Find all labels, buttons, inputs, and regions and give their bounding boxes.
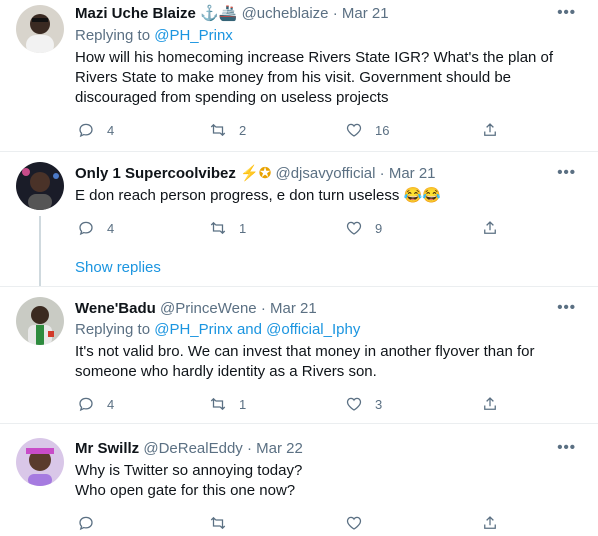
name-emoji: ⚡✪ xyxy=(240,165,272,182)
avatar[interactable] xyxy=(16,5,64,53)
reply-count: 4 xyxy=(107,220,115,236)
tweet-text: Why is Twitter so annoying today? Who op… xyxy=(75,461,575,501)
timestamp[interactable]: Mar 22 xyxy=(256,440,303,457)
share-button[interactable] xyxy=(481,394,511,414)
retweet-icon xyxy=(210,123,226,137)
retweet-button[interactable]: 1 xyxy=(209,218,246,238)
retweet-icon xyxy=(210,221,226,235)
thread-line xyxy=(39,216,41,286)
heart-icon xyxy=(346,397,362,411)
heart-icon xyxy=(346,221,362,235)
tweet[interactable]: Mazi Uche Blaize ⚓🚢 @ucheblaize · Mar 21… xyxy=(0,0,598,151)
tweet[interactable]: Mr Swillz @DeRealEddy · Mar 22 ••• Why i… xyxy=(0,424,598,536)
handle[interactable]: @DeRealEddy xyxy=(143,440,242,457)
like-button[interactable]: 16 xyxy=(345,120,389,140)
replying-label: Replying to xyxy=(75,321,151,338)
mention-link[interactable]: @PH_Prinx xyxy=(154,27,233,44)
display-name[interactable]: Mazi Uche Blaize xyxy=(75,5,196,22)
handle[interactable]: @ucheblaize xyxy=(242,5,329,22)
like-count: 9 xyxy=(375,220,383,236)
retweet-button[interactable]: 1 xyxy=(209,394,246,414)
more-options-icon[interactable]: ••• xyxy=(557,4,576,21)
tweet-text-line: Who open gate for this one now? xyxy=(75,482,296,499)
reply-button[interactable]: 4 xyxy=(77,120,114,140)
like-button[interactable]: 3 xyxy=(345,394,382,414)
tweet-text: E don reach person progress, e don turn … xyxy=(75,187,441,204)
display-name[interactable]: Mr Swillz xyxy=(75,440,139,457)
reply-icon xyxy=(79,123,93,138)
retweet-button[interactable] xyxy=(209,513,239,533)
tweet-header: Mazi Uche Blaize ⚓🚢 @ucheblaize · Mar 21 xyxy=(75,4,389,24)
share-icon xyxy=(484,516,496,529)
reply-button[interactable] xyxy=(77,513,107,533)
tweet-actions: 4 1 9 xyxy=(75,218,505,238)
display-name[interactable]: Wene'Badu xyxy=(75,300,156,317)
display-name[interactable]: Only 1 Supercoolvibez xyxy=(75,165,236,182)
like-count: 16 xyxy=(375,122,390,138)
replying-to: Replying to @PH_Prinx and @official_Iphy xyxy=(75,320,360,340)
like-button[interactable] xyxy=(345,513,375,533)
thread-dots xyxy=(39,255,41,273)
replying-label: Replying to xyxy=(75,27,151,44)
separator: · xyxy=(246,440,252,457)
tweet[interactable]: Only 1 Supercoolvibez ⚡✪ @djsavyofficial… xyxy=(0,152,598,286)
reply-icon xyxy=(79,221,93,236)
avatar[interactable] xyxy=(16,162,64,210)
avatar[interactable] xyxy=(16,297,64,345)
tweet-text: How will his homecoming increase Rivers … xyxy=(75,49,554,106)
tweet-actions: 4 1 3 xyxy=(75,394,505,414)
share-icon xyxy=(484,397,496,410)
heart-icon xyxy=(346,516,362,530)
separator: · xyxy=(379,165,385,182)
tweet-header: Only 1 Supercoolvibez ⚡✪ @djsavyofficial… xyxy=(75,164,436,184)
timestamp[interactable]: Mar 21 xyxy=(270,300,317,317)
retweet-icon xyxy=(210,397,226,411)
reply-icon xyxy=(79,397,93,412)
tweet-header: Mr Swillz @DeRealEddy · Mar 22 xyxy=(75,439,303,459)
name-emoji: ⚓🚢 xyxy=(200,5,238,22)
tweet-actions: 4 2 16 xyxy=(75,120,505,140)
separator: · xyxy=(260,300,266,317)
timestamp[interactable]: Mar 21 xyxy=(389,165,436,182)
retweet-icon xyxy=(210,516,226,530)
tweet-actions xyxy=(75,513,505,533)
heart-icon xyxy=(346,123,362,137)
reply-button[interactable]: 4 xyxy=(77,218,114,238)
timestamp[interactable]: Mar 21 xyxy=(342,5,389,22)
tweet-text-line: Why is Twitter so annoying today? xyxy=(75,462,303,479)
reply-icon xyxy=(79,516,93,531)
retweet-button[interactable]: 2 xyxy=(209,120,246,140)
more-options-icon[interactable]: ••• xyxy=(557,164,576,181)
more-options-icon[interactable]: ••• xyxy=(557,299,576,316)
reply-count: 4 xyxy=(107,396,115,412)
mention-link[interactable]: @PH_Prinx and @official_Iphy xyxy=(154,321,360,338)
share-button[interactable] xyxy=(481,513,511,533)
tweet[interactable]: Wene'Badu @PrinceWene · Mar 21 ••• Reply… xyxy=(0,287,598,423)
share-icon xyxy=(484,221,496,234)
retweet-count: 1 xyxy=(239,396,247,412)
separator: · xyxy=(332,5,338,22)
reply-button[interactable]: 4 xyxy=(77,394,114,414)
more-options-icon[interactable]: ••• xyxy=(557,439,576,456)
like-count: 3 xyxy=(375,396,383,412)
handle[interactable]: @djsavyofficial xyxy=(275,165,375,182)
tweet-text: It's not valid bro. We can invest that m… xyxy=(75,343,535,380)
replying-to: Replying to @PH_Prinx xyxy=(75,26,233,46)
share-button[interactable] xyxy=(481,218,511,238)
reply-count: 4 xyxy=(107,122,115,138)
retweet-count: 1 xyxy=(239,220,247,236)
like-button[interactable]: 9 xyxy=(345,218,382,238)
retweet-count: 2 xyxy=(239,122,247,138)
handle[interactable]: @PrinceWene xyxy=(160,300,257,317)
share-button[interactable] xyxy=(481,120,511,140)
tweet-header: Wene'Badu @PrinceWene · Mar 21 xyxy=(75,299,317,319)
show-replies-link[interactable]: Show replies xyxy=(75,259,161,276)
avatar[interactable] xyxy=(16,438,64,486)
share-icon xyxy=(484,123,496,136)
